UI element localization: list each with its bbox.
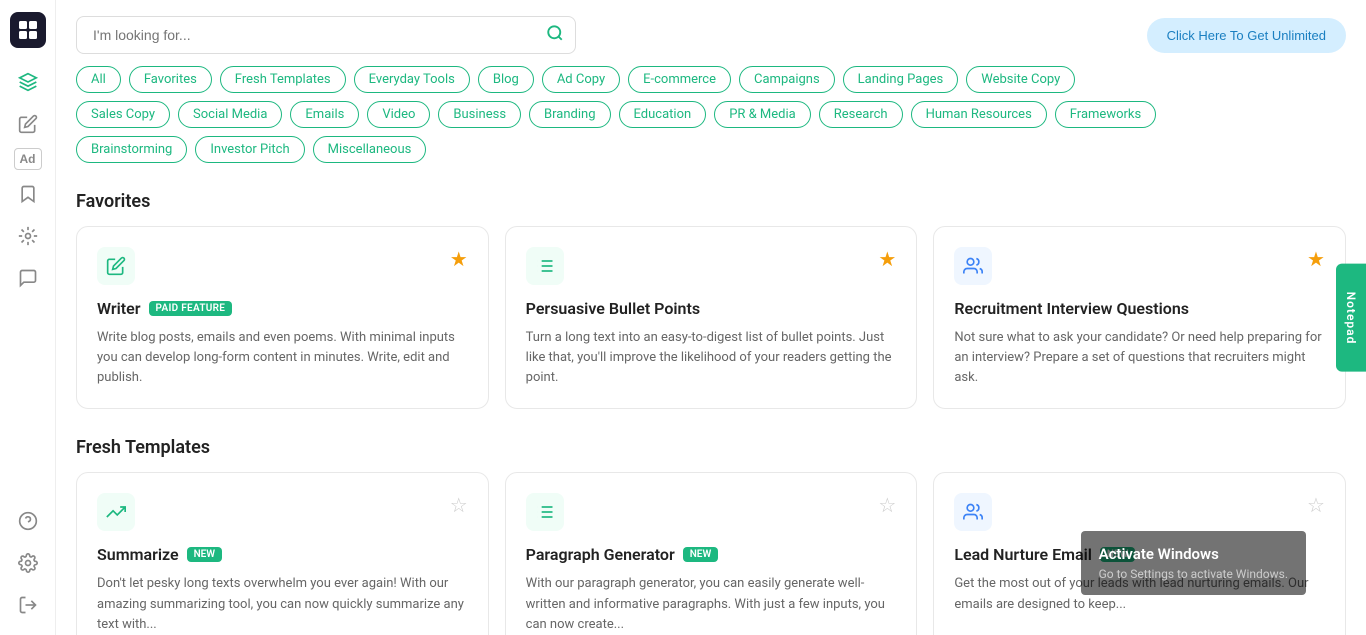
filter-chip-pr-media[interactable]: PR & Media — [714, 101, 811, 128]
filter-chip-business[interactable]: Business — [438, 101, 521, 128]
favorite-star-recruitment[interactable]: ★ — [1307, 247, 1325, 271]
fresh-templates-cards-grid: ☆ Summarize NEW Don't let pesky long tex… — [76, 472, 1346, 635]
card-desc-recruitment: Not sure what to ask your candidate? Or … — [954, 328, 1325, 388]
logout-icon[interactable] — [10, 587, 46, 623]
filter-chip-ecommerce[interactable]: E-commerce — [628, 66, 731, 93]
search-icon — [546, 24, 564, 46]
filter-chip-miscellaneous[interactable]: Miscellaneous — [313, 136, 427, 163]
filter-chip-everyday-tools[interactable]: Everyday Tools — [354, 66, 470, 93]
filter-chip-blog[interactable]: Blog — [478, 66, 534, 93]
bookmark-icon[interactable] — [10, 176, 46, 212]
new-badge-summarize: NEW — [187, 547, 223, 562]
card-recruitment-interview[interactable]: ★ Recruitment Interview Questions Not su… — [933, 226, 1346, 409]
favorite-star-paragraph[interactable]: ☆ — [878, 493, 896, 517]
card-top: ★ — [954, 247, 1325, 285]
card-summarize[interactable]: ☆ Summarize NEW Don't let pesky long tex… — [76, 472, 489, 635]
filter-row-1: All Favorites Fresh Templates Everyday T… — [76, 66, 1346, 93]
new-badge-paragraph: NEW — [683, 547, 719, 562]
card-paragraph-generator[interactable]: ☆ Paragraph Generator NEW With our parag… — [505, 472, 918, 635]
filter-chip-brainstorming[interactable]: Brainstorming — [76, 136, 187, 163]
card-desc-lead-nurture: Get the most out of your leads with lead… — [954, 574, 1325, 614]
filter-row-3: Brainstorming Investor Pitch Miscellaneo… — [76, 136, 1346, 163]
filter-chip-website-copy[interactable]: Website Copy — [966, 66, 1075, 93]
card-desc-writer: Write blog posts, emails and even poems.… — [97, 328, 468, 388]
favorite-star-summarize[interactable]: ☆ — [450, 493, 468, 517]
favorites-section-title: Favorites — [76, 191, 1346, 212]
favorites-cards-grid: ★ Writer PAID FEATURE Write blog posts, … — [76, 226, 1346, 409]
card-title-summarize: Summarize — [97, 545, 179, 564]
card-title-recruitment: Recruitment Interview Questions — [954, 299, 1189, 318]
filter-chip-favorites[interactable]: Favorites — [129, 66, 212, 93]
content-area: Favorites ★ Writer PAID FEATURE Write bl… — [56, 179, 1366, 635]
main-content: Click Here To Get Unlimited All Favorite… — [56, 0, 1366, 635]
paid-badge-writer: PAID FEATURE — [149, 301, 233, 316]
help-icon[interactable] — [10, 503, 46, 539]
filter-chip-emails[interactable]: Emails — [290, 101, 359, 128]
card-title-writer: Writer — [97, 299, 141, 318]
card-top: ☆ — [526, 493, 897, 531]
card-title-paragraph: Paragraph Generator — [526, 545, 675, 564]
filter-chip-sales-copy[interactable]: Sales Copy — [76, 101, 170, 128]
filter-chip-investor-pitch[interactable]: Investor Pitch — [195, 136, 304, 163]
card-title-bullet-points: Persuasive Bullet Points — [526, 299, 700, 318]
card-title-row: Summarize NEW — [97, 545, 468, 564]
card-top: ☆ — [97, 493, 468, 531]
header: Click Here To Get Unlimited — [56, 0, 1366, 62]
sidebar: Ad — [0, 0, 56, 635]
settings-icon[interactable] — [10, 545, 46, 581]
card-title-lead-nurture: Lead Nurture Email — [954, 545, 1092, 564]
filter-chip-all[interactable]: All — [76, 66, 121, 93]
lead-nurture-icon — [954, 493, 992, 531]
favorite-star-writer[interactable]: ★ — [450, 247, 468, 271]
card-top: ★ — [97, 247, 468, 285]
card-desc-bullet-points: Turn a long text into an easy-to-digest … — [526, 328, 897, 388]
filter-chip-branding[interactable]: Branding — [529, 101, 610, 128]
card-title-row: Recruitment Interview Questions — [954, 299, 1325, 318]
filter-chip-landing-pages[interactable]: Landing Pages — [843, 66, 959, 93]
bullet-points-icon — [526, 247, 564, 285]
edit-icon[interactable] — [10, 106, 46, 142]
filter-chip-video[interactable]: Video — [367, 101, 430, 128]
favorite-star-bullet-points[interactable]: ★ — [878, 247, 896, 271]
card-title-row: Persuasive Bullet Points — [526, 299, 897, 318]
filter-chip-frameworks[interactable]: Frameworks — [1055, 101, 1156, 128]
filter-chip-campaigns[interactable]: Campaigns — [739, 66, 835, 93]
logo[interactable] — [10, 12, 46, 48]
new-badge-lead-nurture: NEW — [1100, 547, 1136, 562]
summarize-icon — [97, 493, 135, 531]
filter-chip-education[interactable]: Education — [619, 101, 707, 128]
filter-chip-human-resources[interactable]: Human Resources — [911, 101, 1047, 128]
fresh-templates-section-title: Fresh Templates — [76, 437, 1346, 458]
filter-chip-fresh-templates[interactable]: Fresh Templates — [220, 66, 346, 93]
card-title-row: Paragraph Generator NEW — [526, 545, 897, 564]
recruitment-icon — [954, 247, 992, 285]
search-bar — [76, 16, 576, 54]
card-writer[interactable]: ★ Writer PAID FEATURE Write blog posts, … — [76, 226, 489, 409]
card-title-row: Lead Nurture Email NEW — [954, 545, 1325, 564]
filter-chip-research[interactable]: Research — [819, 101, 903, 128]
notepad-tab[interactable]: Notepad — [1336, 263, 1366, 372]
filter-chip-social-media[interactable]: Social Media — [178, 101, 282, 128]
card-title-row: Writer PAID FEATURE — [97, 299, 468, 318]
ad-icon[interactable]: Ad — [14, 148, 42, 170]
unlimited-button[interactable]: Click Here To Get Unlimited — [1147, 18, 1346, 53]
filter-row-2: Sales Copy Social Media Emails Video Bus… — [76, 101, 1346, 128]
filter-chip-ad-copy[interactable]: Ad Copy — [542, 66, 620, 93]
layers-icon[interactable] — [10, 64, 46, 100]
writer-icon — [97, 247, 135, 285]
card-top: ☆ — [954, 493, 1325, 531]
card-persuasive-bullet-points[interactable]: ★ Persuasive Bullet Points Turn a long t… — [505, 226, 918, 409]
filter-area: All Favorites Fresh Templates Everyday T… — [56, 62, 1366, 179]
favorite-star-lead-nurture[interactable]: ☆ — [1307, 493, 1325, 517]
card-top: ★ — [526, 247, 897, 285]
card-lead-nurture-email[interactable]: ☆ Lead Nurture Email NEW Get the most ou… — [933, 472, 1346, 635]
paragraph-icon — [526, 493, 564, 531]
card-desc-paragraph: With our paragraph generator, you can ea… — [526, 574, 897, 634]
plugin-icon[interactable] — [10, 218, 46, 254]
search-input[interactable] — [76, 16, 576, 54]
card-desc-summarize: Don't let pesky long texts overwhelm you… — [97, 574, 468, 634]
notepad-wrapper: Notepad — [1336, 263, 1366, 372]
chat-icon[interactable] — [10, 260, 46, 296]
